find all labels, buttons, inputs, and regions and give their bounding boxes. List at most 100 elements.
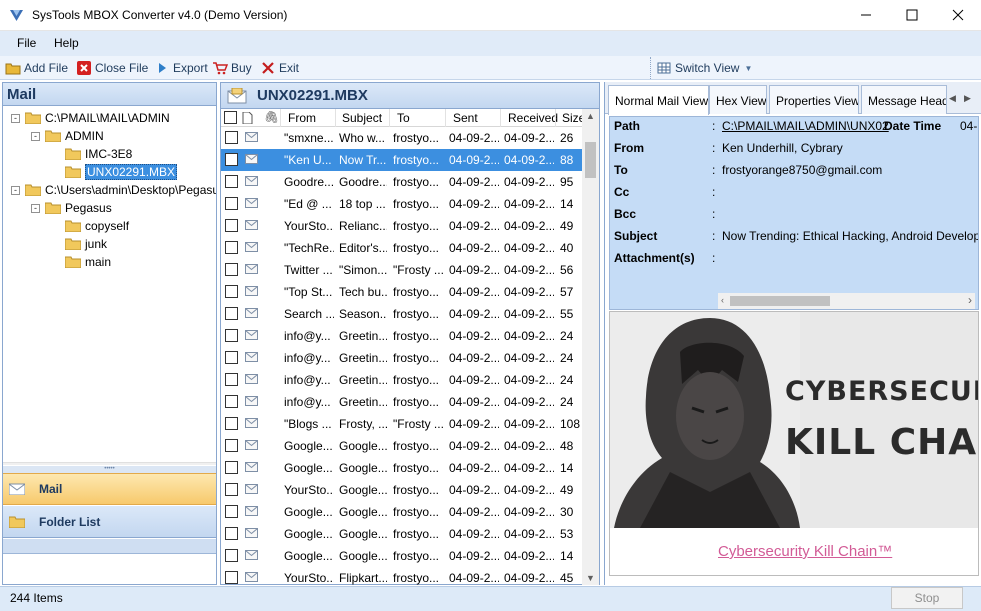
row-checkbox[interactable] — [225, 197, 238, 210]
document-icon[interactable] — [242, 112, 253, 124]
row-checkbox[interactable] — [225, 241, 238, 254]
table-row[interactable]: "Blogs ... Frosty, ... "Frosty ... 04-09-2.… — [221, 413, 583, 435]
column-from[interactable]: From — [288, 111, 316, 125]
pane-splitter[interactable]: ••••• — [3, 466, 216, 473]
row-checkbox[interactable] — [225, 527, 238, 540]
row-checkbox[interactable] — [225, 417, 238, 430]
row-checkbox[interactable] — [225, 461, 238, 474]
tab-scroll-left-icon[interactable]: ◀ — [949, 93, 956, 104]
tree-item-imc-3e8[interactable]: IMC-3E8 — [65, 145, 132, 163]
message-list-scrollbar[interactable]: ▲ ▼ — [582, 109, 599, 585]
export-button[interactable]: Export — [154, 60, 208, 76]
table-row[interactable]: Search ... Season... frostyo... 04-09-2... 0… — [221, 303, 583, 325]
menu-file[interactable]: File — [17, 36, 36, 50]
scroll-down-icon[interactable]: ▼ — [586, 573, 595, 583]
column-to[interactable]: To — [397, 111, 410, 125]
table-row[interactable]: YourSto... Flipkart... frostyo... 04-09-2..… — [221, 567, 583, 585]
row-checkbox[interactable] — [225, 263, 238, 276]
add-file-button[interactable]: Add File — [5, 60, 68, 76]
subject-value: Now Trending: Ethical Hacking, Android D… — [722, 229, 979, 243]
row-checkbox[interactable] — [225, 351, 238, 364]
article-link[interactable]: Cybersecurity Kill Chain™ — [718, 543, 892, 560]
row-checkbox[interactable] — [225, 329, 238, 342]
menu-help[interactable]: Help — [54, 36, 79, 50]
path-value[interactable]: C:\PMAIL\MAIL\ADMIN\UNX02 — [722, 119, 889, 133]
table-row[interactable]: info@y... Greetin... frostyo... 04-09-2... 0… — [221, 369, 583, 391]
column-sent[interactable]: Sent — [453, 111, 478, 125]
table-row[interactable]: Twitter ... "Simon... "Frosty ... 04-09-2..… — [221, 259, 583, 281]
cell-size: 30 — [560, 505, 574, 519]
table-row[interactable]: "TechRe... Editor's... frostyo... 04-09-2..… — [221, 237, 583, 259]
nav-folder-list-button[interactable]: Folder List — [3, 506, 216, 538]
buy-button[interactable]: Buy — [212, 60, 252, 76]
table-row[interactable]: YourSto... Google... frostyo... 04-09-2... 0… — [221, 479, 583, 501]
tree-item-junk[interactable]: junk — [65, 235, 107, 253]
row-checkbox[interactable] — [225, 153, 238, 166]
tab-hex-view[interactable]: Hex View — [709, 85, 767, 114]
row-checkbox[interactable] — [225, 219, 238, 232]
table-row[interactable]: info@y... Greetin... frostyo... 04-09-2... 0… — [221, 347, 583, 369]
row-checkbox[interactable] — [225, 285, 238, 298]
table-row[interactable]: info@y... Greetin... frostyo... 04-09-2... 0… — [221, 325, 583, 347]
column-subject[interactable]: Subject — [342, 111, 382, 125]
table-row[interactable]: "Ed @ ... 18 top ... frostyo... 04-09-2... 0… — [221, 193, 583, 215]
row-checkbox[interactable] — [225, 131, 238, 144]
table-row[interactable]: Google... Google... frostyo... 04-09-2... 04… — [221, 501, 583, 523]
scroll-right-icon[interactable]: › — [968, 293, 972, 307]
tab-message-header[interactable]: Message Header — [861, 85, 947, 114]
table-row[interactable]: Google... Google... frostyo... 04-09-2... 04… — [221, 545, 583, 567]
close-window-button[interactable] — [935, 0, 981, 30]
row-checkbox[interactable] — [225, 175, 238, 188]
tree-item-main[interactable]: main — [65, 253, 111, 271]
select-all-checkbox[interactable] — [224, 111, 237, 124]
scroll-up-icon[interactable]: ▲ — [586, 111, 595, 121]
tree-item-pegasus[interactable]: - Pegasus — [31, 199, 112, 217]
table-row[interactable]: "smxne... Who w... frostyo... 04-09-2... 04-… — [221, 127, 583, 149]
exit-button[interactable]: Exit — [260, 60, 299, 76]
stop-button[interactable]: Stop — [891, 587, 963, 609]
switch-view-button[interactable]: Switch View ▼ — [656, 60, 752, 76]
scroll-left-icon[interactable]: ◀ — [7, 464, 14, 465]
tree-item-unx02291[interactable]: UNX02291.MBX — [65, 163, 178, 181]
header-horizontal-scrollbar[interactable]: ‹ › — [718, 293, 975, 309]
cc-label: Cc — [614, 185, 630, 199]
table-row[interactable]: Google... Google... frostyo... 04-09-2... 04… — [221, 435, 583, 457]
scroll-left-icon[interactable]: ‹ — [721, 295, 724, 305]
table-row[interactable]: Goodre... Goodre... frostyo... 04-09-2... 04… — [221, 171, 583, 193]
row-checkbox[interactable] — [225, 505, 238, 518]
table-row[interactable]: Google... Google... frostyo... 04-09-2... 04… — [221, 457, 583, 479]
scroll-thumb[interactable] — [730, 296, 830, 306]
table-row[interactable]: "Top St... Tech bu... frostyo... 04-09-2...… — [221, 281, 583, 303]
collapse-icon[interactable]: - — [11, 185, 20, 195]
collapse-icon[interactable]: - — [31, 131, 40, 141]
nav-mail-button[interactable]: Mail — [3, 473, 216, 505]
collapse-icon[interactable]: - — [11, 113, 20, 123]
row-checkbox[interactable] — [225, 483, 238, 496]
attachment-icon[interactable]: 🖇 — [264, 110, 279, 124]
maximize-button[interactable] — [889, 0, 935, 30]
table-row[interactable]: YourSto... Relianc... frostyo... 04-09-2...… — [221, 215, 583, 237]
table-row[interactable]: "Ken U... Now Tr... frostyo... 04-09-2... 04… — [221, 149, 583, 171]
scroll-thumb[interactable] — [585, 142, 596, 178]
collapse-icon[interactable]: - — [31, 203, 40, 213]
tab-normal-mail-view[interactable]: Normal Mail View — [608, 85, 709, 115]
scroll-right-icon[interactable]: ▶ — [205, 464, 212, 465]
row-checkbox[interactable] — [225, 549, 238, 562]
row-checkbox[interactable] — [225, 307, 238, 320]
column-received[interactable]: Received — [508, 111, 558, 125]
row-checkbox[interactable] — [225, 571, 238, 584]
row-checkbox[interactable] — [225, 373, 238, 386]
tree-item-pegasus-path[interactable]: - C:\Users\admin\Desktop\Pegasus — [11, 181, 216, 199]
tab-properties-view[interactable]: Properties View — [769, 85, 859, 114]
tab-scroll-right-icon[interactable]: ▶ — [964, 93, 971, 104]
table-row[interactable]: info@y... Greetin... frostyo... 04-09-2... 0… — [221, 391, 583, 413]
minimize-button[interactable] — [843, 0, 889, 30]
table-row[interactable]: Google... Google... frostyo... 04-09-2... 04… — [221, 523, 583, 545]
row-checkbox[interactable] — [225, 395, 238, 408]
tree-horizontal-scrollbar[interactable]: ◀ ▶ — [3, 462, 216, 465]
tree-item-pmail-admin[interactable]: - C:\PMAIL\MAIL\ADMIN — [11, 109, 170, 127]
close-file-button[interactable]: Close File — [76, 60, 148, 76]
tree-item-admin[interactable]: - ADMIN — [31, 127, 104, 145]
row-checkbox[interactable] — [225, 439, 238, 452]
tree-item-copyself[interactable]: copyself — [65, 217, 129, 235]
